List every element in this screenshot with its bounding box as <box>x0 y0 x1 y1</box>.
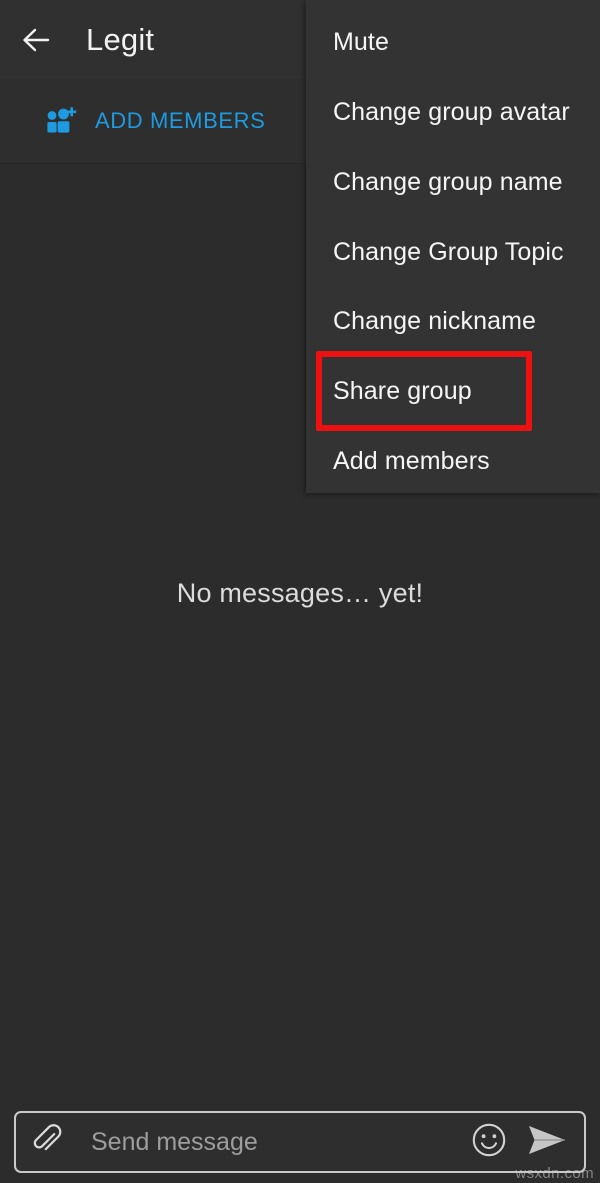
menu-item-change-group-name[interactable]: Change group name <box>306 147 600 217</box>
chat-screen: Legit ADD MEMBERS No messages… yet! Mute <box>0 0 600 1183</box>
emoji-button[interactable] <box>460 1113 518 1171</box>
menu-item-label: Change group name <box>333 167 563 196</box>
overflow-menu: Mute Change group avatar Change group na… <box>306 0 600 493</box>
composer-input-container <box>14 1111 586 1173</box>
message-input[interactable] <box>75 1114 460 1170</box>
arrow-left-icon <box>16 20 56 60</box>
menu-item-label: Share group <box>333 376 472 405</box>
menu-item-share-group[interactable]: Share group <box>306 356 600 426</box>
smiley-icon <box>470 1121 508 1164</box>
menu-item-label: Mute <box>333 27 389 56</box>
add-people-icon <box>44 106 78 136</box>
message-composer <box>0 1103 600 1183</box>
send-button[interactable] <box>518 1113 576 1171</box>
menu-item-label: Add members <box>333 446 490 475</box>
paperclip-icon <box>29 1122 65 1163</box>
menu-item-change-nickname[interactable]: Change nickname <box>306 286 600 356</box>
menu-item-change-group-avatar[interactable]: Change group avatar <box>306 77 600 147</box>
back-button[interactable] <box>8 12 64 68</box>
menu-item-label: Change nickname <box>333 306 537 335</box>
menu-item-label: Change group avatar <box>333 97 570 126</box>
send-icon <box>526 1121 568 1164</box>
add-members-label: ADD MEMBERS <box>95 108 266 133</box>
menu-item-add-members[interactable]: Add members <box>306 426 600 496</box>
menu-item-label: Change Group Topic <box>333 237 564 266</box>
menu-item-change-group-topic[interactable]: Change Group Topic <box>306 217 600 287</box>
menu-item-mute[interactable]: Mute <box>306 7 600 77</box>
empty-state-text: No messages… yet! <box>176 578 424 608</box>
page-title: Legit <box>86 22 155 57</box>
attach-button[interactable] <box>19 1114 75 1170</box>
